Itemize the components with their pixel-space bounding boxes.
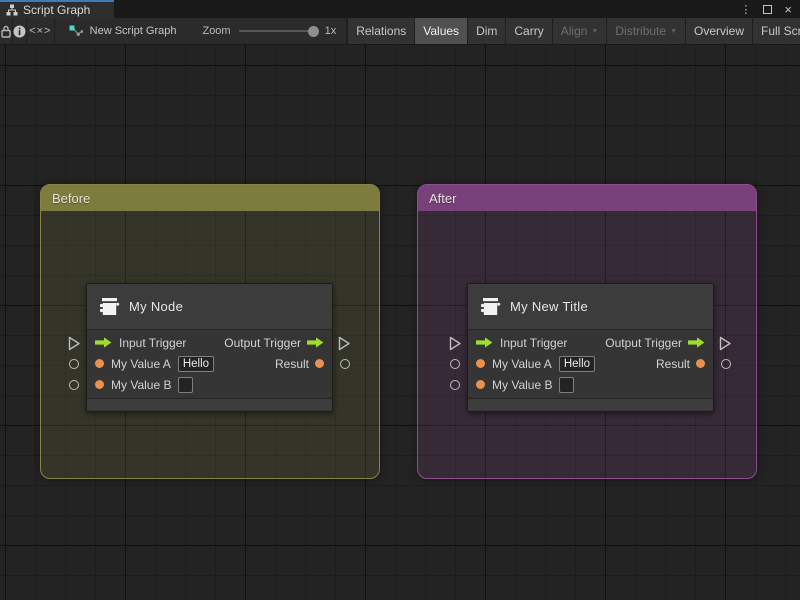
unit-icon [480,298,501,315]
unit-icon [99,298,120,315]
port-label: My Value A [111,356,171,371]
flow-arrow-icon[interactable] [476,337,493,348]
zoom-slider[interactable] [238,25,319,37]
value-input-port-outline-icon[interactable] [69,380,79,390]
flow-input-port-outline-icon[interactable] [449,336,462,351]
zoom-slider-handle[interactable] [307,25,319,37]
port-label: My Value A [492,356,552,371]
align-dropdown[interactable]: Align ▼ [551,18,607,44]
node-my-new-title[interactable]: My New Title Input Trigger Output Trigge… [449,283,731,412]
flow-output-port-outline-icon[interactable] [719,336,732,351]
graph-name: New Script Graph [89,25,177,37]
value-input-field[interactable]: Hello [558,355,596,372]
toolbar-toggles: Relations Values Dim Carry Align ▼ Distr… [347,18,800,44]
node-title: My New Title [510,299,589,314]
distribute-dropdown[interactable]: Distribute ▼ [606,18,685,44]
node-row: Input Trigger Output Trigger [468,332,713,353]
group-header[interactable]: Before [41,185,379,211]
toggle-relations[interactable]: Relations [347,18,415,44]
graph-icon [69,25,83,36]
value-dot-icon[interactable] [95,359,104,368]
value-input-field[interactable]: Hello [177,355,215,372]
lock-icon [1,25,11,38]
graph-canvas[interactable]: Before After My Node Input Trigger Outpu… [0,45,800,600]
value-output-port-outline-icon[interactable] [340,359,350,369]
tab-title: Script Graph [23,3,91,17]
value-input-port-outline-icon[interactable] [450,359,460,369]
flow-arrow-icon[interactable] [307,337,324,348]
port-label: Input Trigger [119,335,187,350]
port-label: Result [274,356,309,371]
flow-arrow-icon[interactable] [688,337,705,348]
port-label: Output Trigger [224,335,301,350]
port-label: My Value B [492,377,553,392]
node-header[interactable]: My Node [87,284,332,330]
flow-arrow-icon[interactable] [95,337,112,348]
toggle-fullscreen[interactable]: Full Scr [752,18,800,44]
close-icon[interactable]: × [784,3,792,16]
value-dot-icon[interactable] [315,359,324,368]
lock-button[interactable] [0,18,13,44]
value-input-field[interactable] [559,376,575,393]
toggle-overview[interactable]: Overview [684,18,752,44]
toggle-dim[interactable]: Dim [467,18,506,44]
zoom-control: Zoom 1x [186,18,348,44]
zoom-value: 1x [324,25,337,37]
value-dot-icon[interactable] [476,359,485,368]
graph-reference[interactable]: New Script Graph [55,18,187,44]
node-row: Input Trigger Output Trigger [87,332,332,353]
chevron-down-icon: ▼ [670,27,677,35]
value-input-port-outline-icon[interactable] [69,359,79,369]
value-output-port-outline-icon[interactable] [721,359,731,369]
node-row: My Value A Hello Result [87,353,332,374]
node-ports: Input Trigger Output Trigger My Value A … [468,330,713,398]
toggle-values[interactable]: Values [414,18,468,44]
value-dot-icon[interactable] [476,380,485,389]
code-preview-button[interactable]: <×> [27,18,55,44]
node-footer [87,398,332,410]
maximize-icon[interactable] [763,4,773,14]
value-input-port-outline-icon[interactable] [450,380,460,390]
script-graph-window: Script Graph ⋮ × <×> New Script Graph Zo… [0,0,800,600]
node-my-node[interactable]: My Node Input Trigger Output Trigger My … [68,283,350,412]
flow-output-port-outline-icon[interactable] [338,336,351,351]
group-label: After [429,190,457,206]
zoom-label: Zoom [202,25,231,37]
node-ports: Input Trigger Output Trigger My Value A … [87,330,332,398]
flow-input-port-outline-icon[interactable] [68,336,81,351]
info-icon [13,25,26,37]
port-label: Result [655,356,690,371]
code-icon: <×> [29,25,52,37]
graph-toolbar: <×> New Script Graph Zoom 1x Relations V… [0,18,800,45]
value-input-field[interactable] [178,376,194,393]
toggle-carry[interactable]: Carry [505,18,552,44]
node-row: My Value B [468,374,713,395]
tab-bar: Script Graph ⋮ × [0,0,800,18]
node-title: My Node [129,299,184,314]
kebab-menu-icon[interactable]: ⋮ [740,3,751,16]
node-header[interactable]: My New Title [468,284,713,330]
node-row: My Value A Hello Result [468,353,713,374]
value-dot-icon[interactable] [696,359,705,368]
graph-tree-icon [6,4,18,16]
value-dot-icon[interactable] [95,380,104,389]
window-controls: ⋮ × [740,0,800,18]
port-label: Output Trigger [605,335,682,350]
node-row: My Value B [87,374,332,395]
inspect-button[interactable] [13,18,27,44]
group-header[interactable]: After [418,185,756,211]
tab-script-graph[interactable]: Script Graph [0,0,114,18]
node-footer [468,398,713,410]
port-label: Input Trigger [500,335,568,350]
port-label: My Value B [111,377,172,392]
group-label: Before [52,190,91,206]
chevron-down-icon: ▼ [591,27,599,35]
